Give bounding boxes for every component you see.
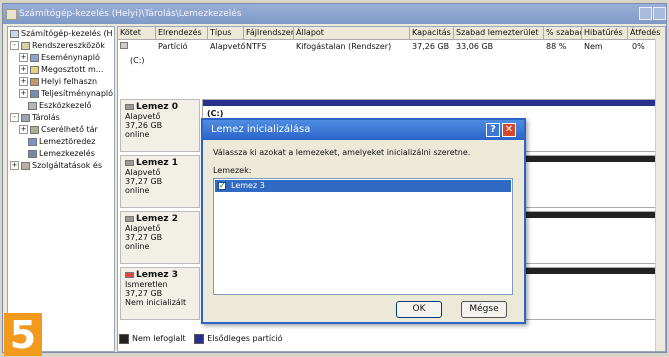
removable-storage-icon <box>30 125 39 134</box>
tree-item-system-tools[interactable]: - Rendszereszközök <box>10 40 105 52</box>
event-log-icon <box>30 53 39 62</box>
disk-icon <box>125 159 134 166</box>
cell-percent-free: 88 % <box>546 42 567 51</box>
column-header-volume[interactable]: Kötet <box>118 27 156 39</box>
minimize-button[interactable] <box>639 7 652 20</box>
expand-icon[interactable]: + <box>19 89 28 98</box>
computer-management-icon <box>6 9 17 20</box>
window-titlebar[interactable]: Számítógép-kezelés (Helyi)\Tárolás\Lemez… <box>3 4 666 24</box>
tree-item-removable-storage[interactable]: + Cserélhető tár <box>19 124 98 136</box>
column-header-status[interactable]: Állapot <box>294 27 410 39</box>
column-header-type[interactable]: Típus <box>208 27 244 39</box>
tree-item-shared-folders[interactable]: + Megosztott m... <box>19 64 103 76</box>
tree-item-root[interactable]: Számítógép-kezelés (H <box>10 28 113 40</box>
column-header-free-space[interactable]: Szabad lemezterület <box>454 27 544 39</box>
cell-layout: Partíció <box>158 42 188 51</box>
vertical-scrollbar[interactable] <box>655 39 665 351</box>
tree-item-local-users[interactable]: + Helyi felhaszn <box>19 76 97 88</box>
unallocated-swatch <box>119 333 129 344</box>
disk-icon <box>125 103 134 110</box>
initialize-disk-dialog: Lemez inicializálása ? ✕ Válassza ki azo… <box>201 118 526 324</box>
disk-info-3[interactable]: Lemez 3 Ismeretlen 37,27 GB Nem iniciali… <box>120 267 200 320</box>
navigation-tree: Számítógép-kezelés (H - Rendszereszközök … <box>7 26 115 352</box>
collapse-icon[interactable]: - <box>10 113 19 122</box>
folder-icon <box>30 65 39 74</box>
drive-icon <box>120 42 128 49</box>
cell-filesystem: NTFS <box>246 42 267 51</box>
users-icon <box>30 77 39 86</box>
tree-item-services[interactable]: + Szolgáltatások és <box>10 160 102 172</box>
tree-item-event-viewer[interactable]: + Eseménynapló <box>19 52 100 64</box>
computer-icon <box>10 29 19 38</box>
partition-legend: Nem lefoglalt Elsődleges partíció <box>119 332 283 346</box>
device-manager-icon <box>28 101 37 110</box>
defragment-icon <box>28 137 37 146</box>
tree-item-performance[interactable]: + Teljesítménynapló <box>19 88 113 100</box>
window-title: Számítógép-kezelés (Helyi)\Tárolás\Lemez… <box>19 9 242 19</box>
performance-icon <box>30 89 39 98</box>
close-button[interactable]: ✕ <box>502 123 516 137</box>
maximize-button[interactable] <box>653 7 666 20</box>
column-header-overhead[interactable]: Átfedés <box>628 27 665 39</box>
column-header-percent-free[interactable]: % szabad <box>544 27 582 39</box>
dialog-titlebar[interactable]: Lemez inicializálása ? ✕ <box>203 120 524 140</box>
tree-item-disk-management[interactable]: Lemezkezelés <box>28 148 95 160</box>
cell-volume: (C:) <box>120 41 145 65</box>
column-header-filesystem[interactable]: Fájlrendszer <box>244 27 294 39</box>
tree-item-defragmenter[interactable]: Lemeztöredez <box>28 136 95 148</box>
disk-list: ✓ Lemez 3 <box>213 178 513 295</box>
tools-icon <box>21 41 30 50</box>
disk-icon <box>125 215 134 222</box>
cell-free-space: 33,06 GB <box>456 42 494 51</box>
cancel-button[interactable]: Mégse <box>461 301 507 318</box>
storage-icon <box>21 113 30 122</box>
disk-management-icon <box>28 149 37 158</box>
collapse-icon[interactable]: - <box>10 41 19 50</box>
disk-list-label: Lemezek: <box>213 166 252 175</box>
expand-icon[interactable]: + <box>19 53 28 62</box>
cell-status: Kifogástalan (Rendszer) <box>296 42 392 51</box>
column-header-fault-tolerance[interactable]: Hibatűrés <box>582 27 628 39</box>
step-number-badge: 5 <box>4 313 42 357</box>
help-button[interactable]: ? <box>486 123 500 137</box>
cell-type: Alapvető <box>210 42 246 51</box>
checkbox-lemez-3[interactable]: ✓ <box>218 182 226 190</box>
expand-icon[interactable]: + <box>19 65 28 74</box>
column-header-layout[interactable]: Elrendezés <box>156 27 208 39</box>
disk-info-0[interactable]: Lemez 0 Alapvető 37,26 GB online <box>120 99 200 152</box>
cell-overhead: 0% <box>632 42 645 51</box>
primary-partition-swatch <box>194 333 205 344</box>
expand-icon[interactable]: + <box>19 125 28 134</box>
column-header-capacity[interactable]: Kapacitás <box>410 27 454 39</box>
dialog-title: Lemez inicializálása <box>211 124 311 135</box>
expand-icon[interactable]: + <box>19 77 28 86</box>
volume-table-header: Kötet Elrendezés Típus Fájlrendszer Álla… <box>118 27 665 40</box>
expand-icon[interactable]: + <box>10 161 19 170</box>
disk-info-2[interactable]: Lemez 2 Alapvető 37,27 GB online <box>120 211 200 264</box>
tree-item-device-manager[interactable]: Eszközkezelő <box>28 100 91 112</box>
uninitialized-disk-icon <box>125 271 134 278</box>
ok-button[interactable]: OK <box>396 301 442 318</box>
cell-capacity: 37,26 GB <box>412 42 450 51</box>
list-item[interactable]: ✓ Lemez 3 <box>215 180 511 192</box>
cell-fault-tolerance: Nem <box>584 42 603 51</box>
tree-item-storage[interactable]: - Tárolás <box>10 112 60 124</box>
services-icon <box>21 161 30 170</box>
dialog-description: Válassza ki azokat a lemezeket, amelyeke… <box>213 148 471 157</box>
disk-info-1[interactable]: Lemez 1 Alapvető 37,27 GB online <box>120 155 200 208</box>
